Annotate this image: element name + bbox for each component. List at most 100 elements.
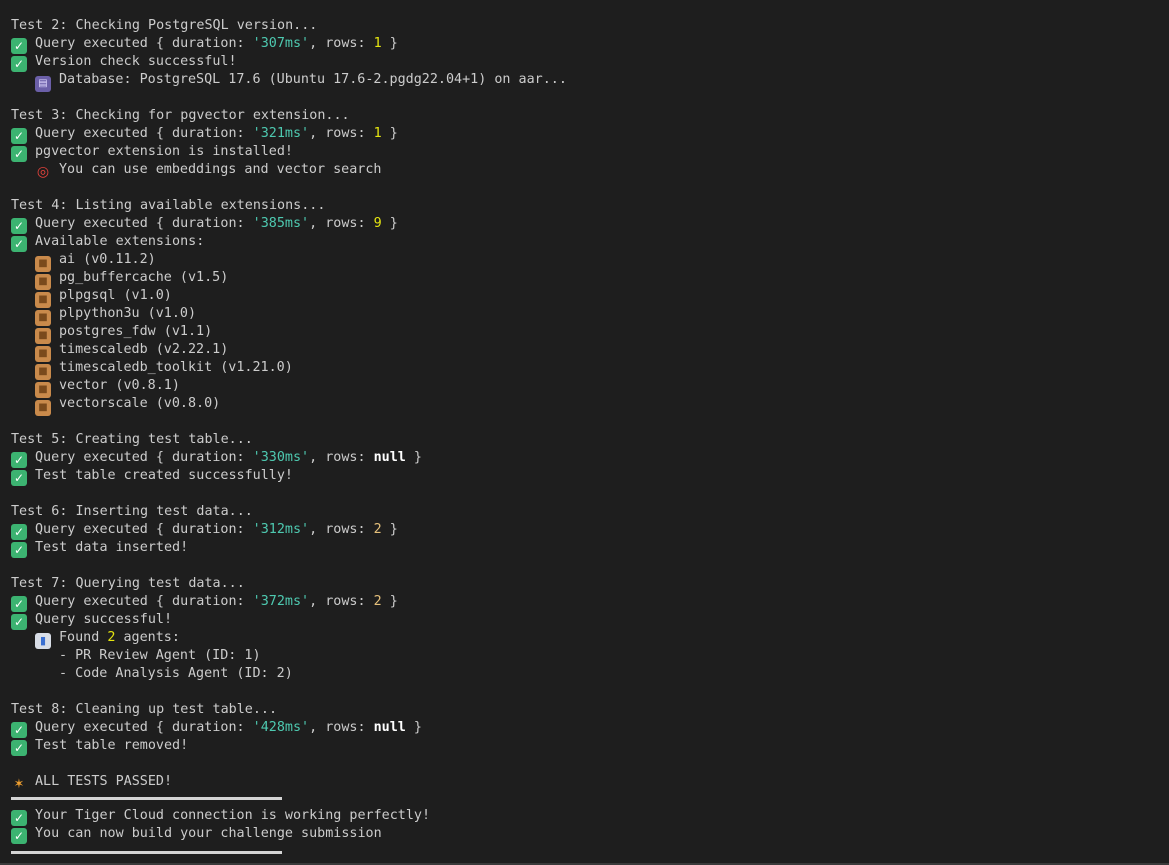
test8-ok-line: ✓ Test table removed! <box>11 737 1169 756</box>
check-mark-icon: ✓ <box>11 56 27 72</box>
test7-ok-line: ✓ Query successful! <box>11 611 1169 630</box>
check-mark-icon: ✓ <box>11 542 27 558</box>
check-mark-icon: ✓ <box>11 810 27 826</box>
rows-label: , rows: <box>309 126 374 141</box>
ok-message: Test data inserted! <box>35 540 189 555</box>
rows-label: , rows: <box>309 216 374 231</box>
check-mark-icon: ✓ <box>11 38 27 54</box>
extension-item: ■ ai (v0.11.2) <box>11 251 1169 272</box>
extension-label: ai (v0.11.2) <box>59 252 156 267</box>
close-brace: } <box>381 216 398 231</box>
extension-label: plpgsql (v1.0) <box>59 288 172 303</box>
test6-query-line: ✓ Query executed { duration: '312ms', row… <box>11 521 1169 540</box>
found-suffix: agents: <box>115 630 180 645</box>
close-brace: } <box>381 126 398 141</box>
party-popper-icon: ✶ <box>13 777 25 792</box>
duration-value: '321ms' <box>252 126 310 141</box>
rows-label: , rows: <box>309 36 374 51</box>
check-mark-icon: ✓ <box>11 452 27 468</box>
agent-item: - PR Review Agent (ID: 1) <box>59 648 261 663</box>
test7-title: Test 7: Querying test data... <box>11 576 245 591</box>
rows-label: , rows: <box>309 594 374 609</box>
all-passed-line: ✶ ALL TESTS PASSED! <box>11 773 1169 792</box>
separator-rule <box>11 851 282 854</box>
duration-value: '312ms' <box>252 522 310 537</box>
test4-ok-line: ✓ Available extensions: <box>11 233 1169 252</box>
ok-message: Test table created successfully! <box>35 468 293 483</box>
test5-query-line: ✓ Query executed { duration: '330ms', row… <box>11 449 1169 468</box>
ok-message: Test table removed! <box>35 738 189 753</box>
test8-query-line: ✓ Query executed { duration: '428ms', row… <box>11 719 1169 738</box>
rows-value: 2 <box>373 594 382 609</box>
check-mark-icon: ✓ <box>11 218 27 234</box>
query-prefix: Query executed { duration: <box>35 36 253 51</box>
package-icon: ■ <box>35 400 51 416</box>
rows-value: null <box>373 450 406 465</box>
test3-title: Test 3: Checking for pgvector extension.… <box>11 108 350 123</box>
close-brace: } <box>405 450 422 465</box>
summary-message: You can now build your challenge submiss… <box>35 826 382 841</box>
extension-label: timescaledb_toolkit (v1.21.0) <box>59 360 293 375</box>
extension-item: ■ timescaledb (v2.22.1) <box>11 341 1169 362</box>
duration-value: '428ms' <box>252 720 310 735</box>
extension-item: ■ vectorscale (v0.8.0) <box>11 395 1169 416</box>
extension-item: ■ pg_buffercache (v1.5) <box>11 269 1169 290</box>
test6-title: Test 6: Inserting test data... <box>11 504 253 519</box>
close-brace: } <box>405 720 422 735</box>
test7-query-line: ✓ Query executed { duration: '372ms', row… <box>11 593 1169 612</box>
test5-ok-line: ✓ Test table created successfully! <box>11 467 1169 486</box>
check-mark-icon: ✓ <box>11 722 27 738</box>
duration-value: '372ms' <box>252 594 310 609</box>
rows-value: 9 <box>373 216 382 231</box>
close-brace: } <box>381 594 398 609</box>
rows-label: , rows: <box>309 522 374 537</box>
close-brace: } <box>381 522 398 537</box>
test5-title: Test 5: Creating test table... <box>11 432 253 447</box>
test2-ok-line: ✓ Version check successful! <box>11 53 1169 72</box>
found-prefix: Found <box>59 630 108 645</box>
check-mark-icon: ✓ <box>11 524 27 540</box>
extension-label: vector (v0.8.1) <box>59 378 180 393</box>
ok-message: Query successful! <box>35 612 173 627</box>
ok-message: Available extensions: <box>35 234 205 249</box>
test8-title: Test 8: Cleaning up test table... <box>11 702 278 717</box>
rows-value: 2 <box>373 522 382 537</box>
duration-value: '330ms' <box>252 450 310 465</box>
duration-value: '385ms' <box>252 216 310 231</box>
agent-item: - Code Analysis Agent (ID: 2) <box>59 666 293 681</box>
test7-found-line: ▮ Found 2 agents: <box>11 629 1169 649</box>
check-mark-icon: ✓ <box>11 740 27 756</box>
check-mark-icon: ✓ <box>11 236 27 252</box>
rows-label: , rows: <box>309 450 374 465</box>
all-passed-text: ALL TESTS PASSED! <box>35 774 173 789</box>
check-mark-icon: ✓ <box>11 128 27 144</box>
check-mark-icon: ✓ <box>11 614 27 630</box>
duration-value: '307ms' <box>252 36 310 51</box>
terminal-output[interactable]: Test 2: Checking PostgreSQL version... ✓… <box>0 0 1169 865</box>
rows-value: 1 <box>373 126 382 141</box>
rows-value: null <box>373 720 406 735</box>
detail-text: Database: PostgreSQL 17.6 (Ubuntu 17.6-2… <box>59 72 567 87</box>
check-mark-icon: ✓ <box>11 146 27 162</box>
extension-item: ■ vector (v0.8.1) <box>11 377 1169 398</box>
test4-query-line: ✓ Query executed { duration: '385ms', row… <box>11 215 1169 234</box>
extension-label: plpython3u (v1.0) <box>59 306 197 321</box>
test3-query-line: ✓ Query executed { duration: '321ms', row… <box>11 125 1169 144</box>
summary-msg-line: ✓ You can now build your challenge submis… <box>11 825 1169 844</box>
target-icon: ◎ <box>36 164 50 180</box>
summary-msg-line: ✓ Your Tiger Cloud connection is working … <box>11 807 1169 826</box>
ok-message: pgvector extension is installed! <box>35 144 293 159</box>
test3-detail-line: ◎ You can use embeddings and vector searc… <box>11 161 1169 180</box>
query-prefix: Query executed { duration: <box>35 720 253 735</box>
extension-item: ■ plpython3u (v1.0) <box>11 305 1169 326</box>
extension-label: vectorscale (v0.8.0) <box>59 396 221 411</box>
query-prefix: Query executed { duration: <box>35 216 253 231</box>
extension-label: timescaledb (v2.22.1) <box>59 342 229 357</box>
extension-item: ■ postgres_fdw (v1.1) <box>11 323 1169 344</box>
